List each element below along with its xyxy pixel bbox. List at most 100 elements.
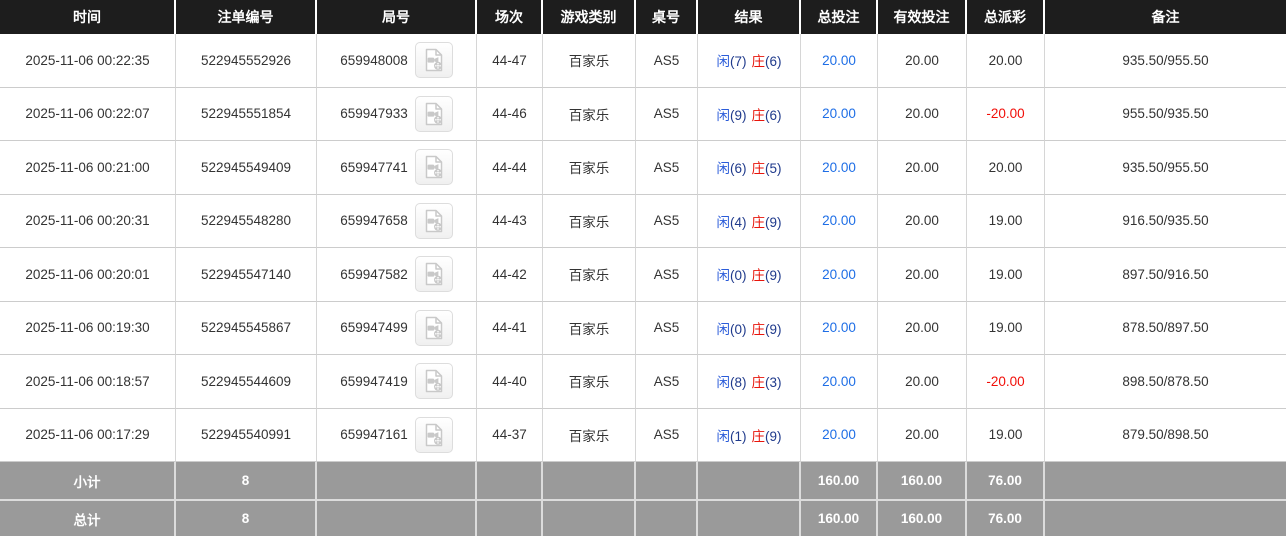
cell-table-no: AS5 bbox=[636, 355, 698, 409]
cell-remark: 935.50/955.50 bbox=[1045, 141, 1286, 195]
cell-session: 44-42 bbox=[477, 248, 543, 302]
total-row: 总计 8 160.00 160.00 76.00 bbox=[0, 499, 1286, 536]
cell-payout: 19.00 bbox=[967, 194, 1045, 248]
cell-valid-bet: 20.00 bbox=[878, 141, 967, 195]
footer-empty-cell bbox=[1045, 462, 1286, 499]
banker-result-label: 庄 bbox=[751, 428, 766, 444]
round-id-text: 659948008 bbox=[340, 52, 408, 68]
footer-empty-cell bbox=[317, 462, 477, 499]
footer-empty-cell bbox=[698, 499, 801, 536]
cell-remark: 897.50/916.50 bbox=[1045, 248, 1286, 302]
col-header-game-type: 游戏类别 bbox=[543, 0, 636, 34]
player-score: (8) bbox=[730, 375, 747, 391]
video-file-icon bbox=[425, 209, 443, 232]
subtotal-payout: 76.00 bbox=[967, 462, 1045, 499]
subtotal-total-bet: 160.00 bbox=[801, 462, 878, 499]
banker-result-label: 庄 bbox=[751, 161, 766, 177]
player-result-label: 闲 bbox=[716, 428, 731, 444]
table-row: 2025-11-06 00:17:29 522945540991 6599471… bbox=[0, 408, 1286, 462]
cell-result: 闲(6) 庄(5) bbox=[698, 141, 801, 195]
banker-result-label: 庄 bbox=[751, 375, 766, 391]
cell-remark: 955.50/935.50 bbox=[1045, 87, 1286, 141]
player-result-label: 闲 bbox=[716, 321, 731, 337]
cell-session: 44-37 bbox=[477, 408, 543, 462]
video-file-icon bbox=[425, 423, 443, 446]
cell-table-no: AS5 bbox=[636, 34, 698, 88]
cell-time: 2025-11-06 00:20:31 bbox=[0, 194, 176, 248]
cell-payout: -20.00 bbox=[967, 87, 1045, 141]
video-file-icon bbox=[425, 263, 443, 286]
banker-score: (3) bbox=[765, 375, 782, 391]
cell-bet-id: 522945547140 bbox=[176, 248, 317, 302]
video-replay-button[interactable] bbox=[414, 363, 453, 400]
table-row: 2025-11-06 00:19:30 522945545867 6599474… bbox=[0, 301, 1286, 355]
table-row: 2025-11-06 00:22:35 522945552926 6599480… bbox=[0, 34, 1286, 88]
table-footer: 小计 8 160.00 160.00 76.00 总计 8 160.00 160… bbox=[0, 462, 1286, 536]
table-row: 2025-11-06 00:22:07 522945551854 6599479… bbox=[0, 87, 1286, 141]
table-row: 2025-11-06 00:20:31 522945548280 6599476… bbox=[0, 194, 1286, 248]
video-replay-button[interactable] bbox=[414, 309, 453, 346]
cell-valid-bet: 20.00 bbox=[878, 301, 967, 355]
col-header-round-id: 局号 bbox=[317, 0, 477, 34]
cell-payout: 19.00 bbox=[967, 248, 1045, 302]
cell-round-id: 659947658 bbox=[317, 194, 477, 248]
banker-result-label: 庄 bbox=[751, 54, 766, 70]
video-replay-button[interactable] bbox=[414, 416, 453, 453]
cell-round-id: 659947161 bbox=[317, 408, 477, 462]
cell-session: 44-41 bbox=[477, 301, 543, 355]
cell-valid-bet: 20.00 bbox=[878, 408, 967, 462]
cell-time: 2025-11-06 00:21:00 bbox=[0, 141, 176, 195]
col-header-valid-bet: 有效投注 bbox=[878, 0, 967, 34]
subtotal-count: 8 bbox=[176, 462, 317, 499]
player-score: (0) bbox=[730, 268, 747, 284]
round-id-text: 659947741 bbox=[340, 159, 408, 175]
cell-total-bet: 20.00 bbox=[801, 248, 878, 302]
cell-remark: 916.50/935.50 bbox=[1045, 194, 1286, 248]
cell-table-no: AS5 bbox=[636, 194, 698, 248]
footer-empty-cell bbox=[698, 462, 801, 499]
player-score: (0) bbox=[730, 321, 747, 337]
col-header-session: 场次 bbox=[477, 0, 543, 34]
video-file-icon bbox=[425, 156, 443, 179]
video-replay-button[interactable] bbox=[414, 95, 453, 132]
cell-total-bet: 20.00 bbox=[801, 87, 878, 141]
total-valid-bet: 160.00 bbox=[878, 499, 967, 536]
cell-round-id: 659947499 bbox=[317, 301, 477, 355]
banker-score: (9) bbox=[765, 428, 782, 444]
video-file-icon bbox=[425, 370, 443, 393]
video-file-icon bbox=[425, 316, 443, 339]
banker-score: (5) bbox=[765, 161, 782, 177]
subtotal-row: 小计 8 160.00 160.00 76.00 bbox=[0, 462, 1286, 499]
video-replay-button[interactable] bbox=[414, 42, 453, 79]
cell-round-id: 659947741 bbox=[317, 141, 477, 195]
table-row: 2025-11-06 00:20:01 522945547140 6599475… bbox=[0, 248, 1286, 302]
player-result-label: 闲 bbox=[716, 375, 731, 391]
cell-time: 2025-11-06 00:22:07 bbox=[0, 87, 176, 141]
cell-payout: 20.00 bbox=[967, 34, 1045, 88]
cell-game-type: 百家乐 bbox=[543, 408, 636, 462]
round-id-text: 659947933 bbox=[340, 106, 408, 122]
player-result-label: 闲 bbox=[716, 268, 731, 284]
cell-bet-id: 522945548280 bbox=[176, 194, 317, 248]
player-result-label: 闲 bbox=[716, 161, 731, 177]
cell-result: 闲(0) 庄(9) bbox=[698, 248, 801, 302]
table-row: 2025-11-06 00:18:57 522945544609 6599474… bbox=[0, 355, 1286, 409]
video-replay-button[interactable] bbox=[414, 256, 453, 293]
cell-round-id: 659947419 bbox=[317, 355, 477, 409]
round-id-text: 659947658 bbox=[340, 213, 408, 229]
footer-empty-cell bbox=[543, 499, 636, 536]
video-replay-button[interactable] bbox=[414, 149, 453, 186]
subtotal-valid-bet: 160.00 bbox=[878, 462, 967, 499]
cell-total-bet: 20.00 bbox=[801, 408, 878, 462]
cell-game-type: 百家乐 bbox=[543, 87, 636, 141]
cell-result: 闲(4) 庄(9) bbox=[698, 194, 801, 248]
banker-result-label: 庄 bbox=[751, 268, 766, 284]
cell-time: 2025-11-06 00:18:57 bbox=[0, 355, 176, 409]
total-total-bet: 160.00 bbox=[801, 499, 878, 536]
cell-game-type: 百家乐 bbox=[543, 248, 636, 302]
cell-payout: -20.00 bbox=[967, 355, 1045, 409]
video-replay-button[interactable] bbox=[414, 202, 453, 239]
player-score: (6) bbox=[730, 161, 747, 177]
col-header-table-no: 桌号 bbox=[636, 0, 698, 34]
cell-result: 闲(0) 庄(9) bbox=[698, 301, 801, 355]
